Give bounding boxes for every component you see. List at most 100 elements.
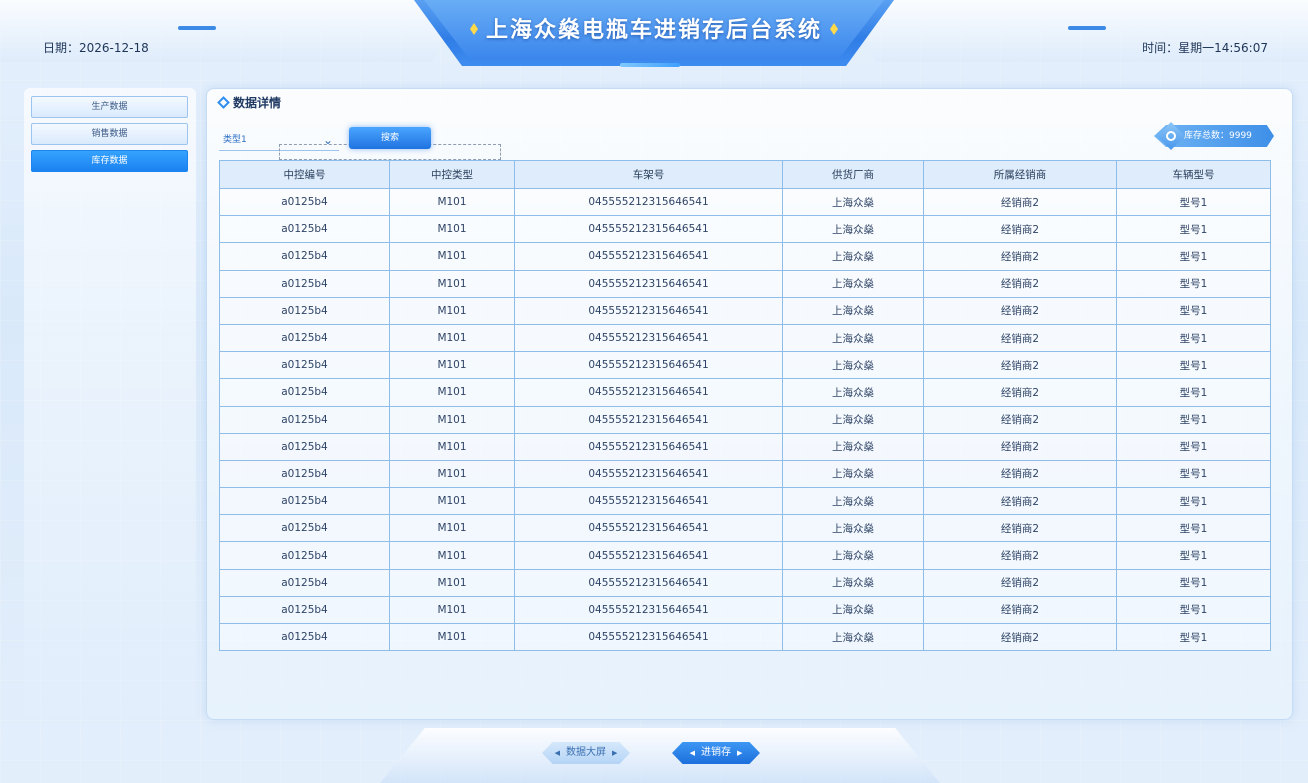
column-header-controller-type: 中控类型 [389,160,515,189]
table-body: a0125b4 M101 045555212315646541 上海众燊 经销商2 型号1… [219,187,1271,652]
cell-model: 型号1 [1116,622,1271,652]
table-row: a0125b4 M101 045555212315646541 上海众燊 经销商2 型号1 [219,514,1271,543]
cell-frame-number: 045555212315646541 [514,568,783,597]
cell-controller-type: M101 [389,541,515,570]
cell-controller-id: a0125b4 [219,378,390,407]
table-row: a0125b4 M101 045555212315646541 上海众燊 经销商2 型号1 [219,296,1271,325]
cell-supplier: 上海众燊 [782,242,924,271]
column-header-model: 车辆型号 [1116,160,1271,189]
cell-supplier: 上海众燊 [782,595,924,625]
table-row: a0125b4 M101 045555212315646541 上海众燊 经销商2 型号1 [219,351,1271,380]
cell-controller-type: M101 [389,432,515,461]
cell-supplier: 上海众燊 [782,323,924,353]
sidebar-item-sales[interactable]: 销售数据 [31,123,188,145]
cell-frame-number: 045555212315646541 [514,514,783,543]
app-title-text: 上海众燊电瓶车进销存后台系统 [485,18,822,43]
cell-model: 型号1 [1116,514,1271,543]
data-detail-panel: 数据详情 类型1 ⌄ 搜索 库存总数：9999 中控编号 中控类型 车架号 供货… [206,88,1293,720]
app-title: 上海众燊电瓶车进销存后台系统 [414,12,894,44]
cell-model: 型号1 [1116,351,1271,380]
cell-model: 型号1 [1116,242,1271,271]
cell-supplier: 上海众燊 [782,541,924,570]
nav-button-label: 数据大屏 [566,747,606,758]
title-diamond-right-icon [830,23,838,35]
date-display: 日期：2026-12-18 [43,41,149,55]
nav-button-data-screen[interactable]: ◀ 数据大屏 ▶ [542,742,630,764]
cell-model: 型号1 [1116,405,1271,434]
cell-controller-id: a0125b4 [219,432,390,461]
cell-supplier: 上海众燊 [782,269,924,298]
cell-supplier: 上海众燊 [782,351,924,380]
column-header-dealer: 所属经销商 [923,160,1117,189]
table-row: a0125b4 M101 045555212315646541 上海众燊 经销商2 型号1 [219,215,1271,244]
cell-dealer: 经销商2 [923,487,1117,516]
chevron-right-icon: ▶ [612,749,618,757]
cell-supplier: 上海众燊 [782,622,924,652]
inventory-table: 中控编号 中控类型 车架号 供货厂商 所属经销商 车辆型号 a0125b4 M10… [219,160,1271,652]
cell-controller-type: M101 [389,242,515,271]
cell-controller-type: M101 [389,514,515,543]
cell-dealer: 经销商2 [923,514,1117,543]
cell-dealer: 经销商2 [923,323,1117,353]
cell-frame-number: 045555212315646541 [514,215,783,244]
table-row: a0125b4 M101 045555212315646541 上海众燊 经销商2 型号1 [219,323,1271,353]
cell-controller-type: M101 [389,269,515,298]
cell-controller-type: M101 [389,459,515,489]
cell-frame-number: 045555212315646541 [514,622,783,652]
cell-frame-number: 045555212315646541 [514,459,783,489]
table-row: a0125b4 M101 045555212315646541 上海众燊 经销商2 型号1 [219,622,1271,652]
chevron-right-icon: ▶ [737,749,743,757]
table-row: a0125b4 M101 045555212315646541 上海众燊 经销商2 型号1 [219,487,1271,516]
diamond-icon [217,96,230,109]
footer-nav [380,728,940,783]
cell-controller-id: a0125b4 [219,568,390,597]
header-deco-left [178,26,216,30]
cell-controller-id: a0125b4 [219,296,390,325]
cell-supplier: 上海众燊 [782,296,924,325]
cell-model: 型号1 [1116,568,1271,597]
cell-supplier: 上海众燊 [782,215,924,244]
column-header-frame-number: 车架号 [514,160,783,189]
nav-button-inventory[interactable]: ◀ 进销存 ▶ [672,742,760,764]
cell-model: 型号1 [1116,541,1271,570]
cell-dealer: 经销商2 [923,242,1117,271]
cell-supplier: 上海众燊 [782,568,924,597]
cell-controller-id: a0125b4 [219,514,390,543]
cell-dealer: 经销商2 [923,541,1117,570]
header-deco-right [1068,26,1106,30]
sidebar: 生产数据 销售数据 库存数据 [24,88,196,718]
table-header-row: 中控编号 中控类型 车架号 供货厂商 所属经销商 车辆型号 [219,160,1271,189]
cell-model: 型号1 [1116,215,1271,244]
cell-dealer: 经销商2 [923,215,1117,244]
cell-model: 型号1 [1116,378,1271,407]
cell-frame-number: 045555212315646541 [514,405,783,434]
table-row: a0125b4 M101 045555212315646541 上海众燊 经销商2 型号1 [219,269,1271,298]
panel-title: 数据详情 [217,94,281,111]
cell-controller-type: M101 [389,595,515,625]
table-row: a0125b4 M101 045555212315646541 上海众燊 经销商2 型号1 [219,405,1271,434]
cell-controller-id: a0125b4 [219,541,390,570]
cell-controller-type: M101 [389,622,515,652]
sidebar-item-production[interactable]: 生产数据 [31,96,188,118]
cell-controller-id: a0125b4 [219,622,390,652]
search-button[interactable]: 搜索 [349,127,431,149]
cell-controller-type: M101 [389,187,515,217]
cell-frame-number: 045555212315646541 [514,269,783,298]
cell-frame-number: 045555212315646541 [514,378,783,407]
sidebar-item-inventory[interactable]: 库存数据 [31,150,188,172]
cell-model: 型号1 [1116,459,1271,489]
cell-controller-type: M101 [389,215,515,244]
table-row: a0125b4 M101 045555212315646541 上海众燊 经销商2 型号1 [219,242,1271,271]
chevron-left-icon: ◀ [689,749,695,757]
cell-model: 型号1 [1116,187,1271,217]
cell-controller-id: a0125b4 [219,215,390,244]
cell-supplier: 上海众燊 [782,487,924,516]
cell-frame-number: 045555212315646541 [514,595,783,625]
cell-controller-id: a0125b4 [219,595,390,625]
cell-controller-id: a0125b4 [219,323,390,353]
cell-model: 型号1 [1116,296,1271,325]
table-row: a0125b4 M101 045555212315646541 上海众燊 经销商2 型号1 [219,541,1271,570]
cell-controller-type: M101 [389,378,515,407]
cell-frame-number: 045555212315646541 [514,432,783,461]
time-display: 时间：星期一14:56:07 [1142,41,1268,55]
